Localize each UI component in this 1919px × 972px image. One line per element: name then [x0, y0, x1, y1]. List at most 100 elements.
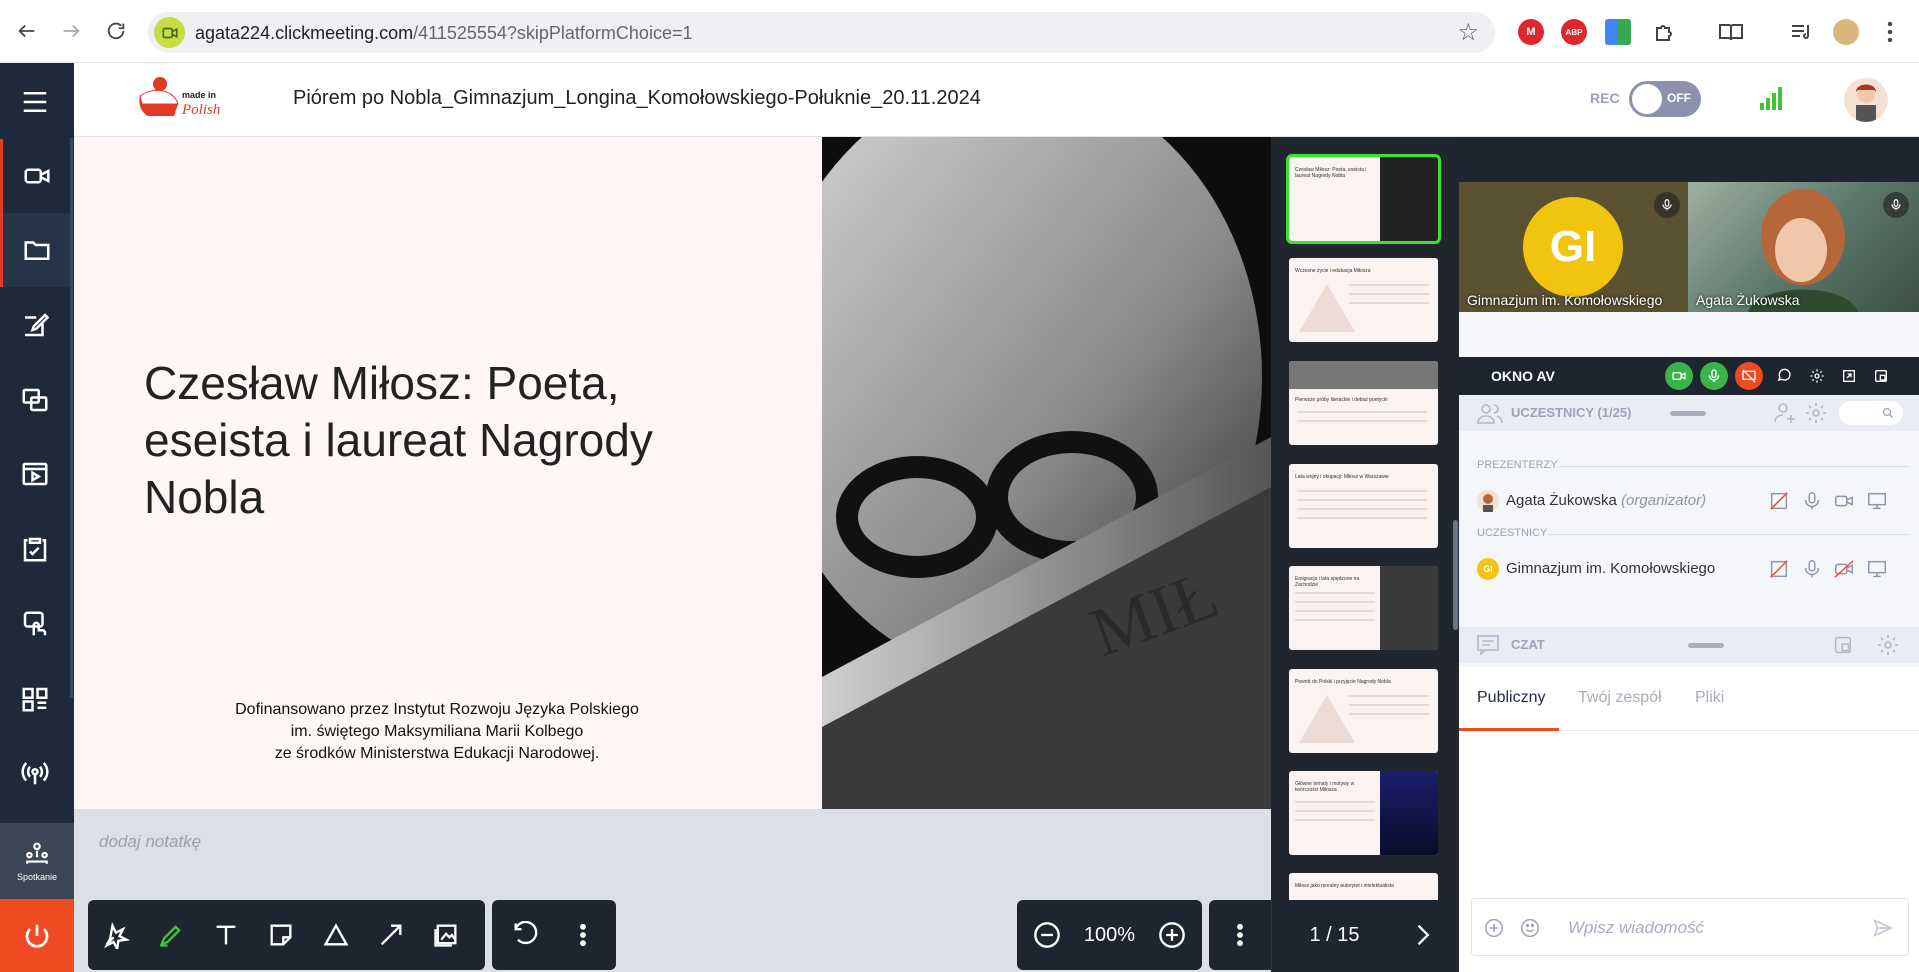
whiteboard-off-icon[interactable]: [1768, 490, 1790, 512]
profile-avatar-icon[interactable]: [1833, 19, 1859, 45]
chat-message-input[interactable]: Wpisz wiadomość: [1471, 898, 1909, 956]
more-menu-icon[interactable]: [1877, 19, 1903, 45]
sidebar-item-screenshare[interactable]: [0, 363, 70, 437]
next-slide-icon[interactable]: [1397, 900, 1447, 970]
user-avatar[interactable]: [1844, 78, 1888, 122]
microphone-icon[interactable]: [1654, 192, 1680, 218]
chat-settings-icon[interactable]: [1876, 633, 1900, 657]
meeting-title: Piórem po Nobla_Gimnazjum_Longina_Komoło…: [293, 87, 981, 109]
participant-screen-icon[interactable]: [1866, 490, 1888, 512]
microphone-toggle-icon[interactable]: [1700, 362, 1728, 390]
participants-search-input[interactable]: [1839, 401, 1903, 425]
send-icon[interactable]: [1872, 917, 1894, 939]
drag-handle[interactable]: [1670, 411, 1706, 416]
reload-icon[interactable]: [99, 14, 133, 48]
chat-header[interactable]: CZAT: [1459, 627, 1919, 663]
add-participant-icon[interactable]: [1773, 401, 1797, 425]
thumb-title: Główne tematy i motywy w twórczości Miło…: [1295, 781, 1355, 793]
popout-window-icon[interactable]: [1867, 362, 1895, 390]
media-control-icon[interactable]: [1788, 19, 1814, 45]
text-tool-icon[interactable]: [198, 900, 253, 970]
google-extension-icon[interactable]: [1605, 19, 1631, 45]
rec-toggle[interactable]: OFF: [1629, 81, 1701, 117]
sidebar-item-video-player[interactable]: [0, 437, 70, 511]
sidebar-item-broadcast[interactable]: [0, 736, 70, 810]
svg-text:Polish: Polish: [181, 102, 220, 118]
sidebar-item-camera[interactable]: [0, 139, 70, 213]
tab-files[interactable]: Pliki: [1695, 689, 1724, 707]
hamburger-menu-icon[interactable]: [0, 65, 70, 139]
thumb-title: Czesław Miłosz: Poeta, eseista i laureat…: [1295, 167, 1367, 179]
av-settings-gear-icon[interactable]: [1803, 362, 1831, 390]
participants-header[interactable]: UCZESTNICY (1/25): [1459, 395, 1919, 431]
drag-handle[interactable]: [1688, 643, 1724, 648]
sidebar-item-apps[interactable]: [0, 662, 70, 736]
tab-public[interactable]: Publiczny: [1477, 689, 1545, 707]
video-tile-agata[interactable]: Agata Żukowska: [1688, 182, 1919, 312]
slide-thumbnail-4[interactable]: Lata wojny i okupacji: Miłosz w Warszawi…: [1289, 464, 1438, 548]
more-options-icon[interactable]: [558, 900, 608, 970]
mail-extension-icon[interactable]: M: [1518, 19, 1544, 45]
slide-thumbnail-6[interactable]: Powrót do Polski i przyjęcie Nagrody Nob…: [1289, 669, 1438, 753]
forward-arrow-icon[interactable]: [54, 14, 88, 48]
participants-settings-icon[interactable]: [1804, 401, 1828, 425]
thumb-title: Wczesne życie i edukacja Miłosza: [1295, 268, 1371, 274]
participant-screen-icon[interactable]: [1866, 558, 1888, 580]
connection-signal-icon[interactable]: [1759, 85, 1785, 111]
sidebar-item-notes[interactable]: [0, 288, 70, 362]
emoji-icon[interactable]: [1520, 918, 1540, 938]
folder-icon: [24, 241, 49, 260]
participant-initials-avatar: GI: [1523, 197, 1623, 297]
add-note-input[interactable]: dodaj notatkę: [99, 832, 201, 852]
laser-pointer-icon[interactable]: [88, 900, 143, 970]
whiteboard-off-icon[interactable]: [1768, 558, 1790, 580]
chat-popout-icon[interactable]: [1832, 634, 1854, 656]
presenter-name: Agata Żukowska (organizator): [1506, 492, 1707, 509]
url-text[interactable]: agata224.clickmeeting.com/411525554?skip…: [195, 23, 692, 44]
page-menu-icon[interactable]: [1209, 900, 1271, 970]
slide-thumbnail-2[interactable]: Wczesne życie i edukacja Miłosza: [1289, 258, 1438, 342]
expand-icon[interactable]: [1835, 362, 1863, 390]
participant-row-attendee[interactable]: GI Gimnazjum im. Komołowskiego: [1477, 554, 1907, 584]
pen-tool-icon[interactable]: [143, 900, 198, 970]
camera-toggle-icon[interactable]: [1665, 362, 1693, 390]
sidebar-item-polls[interactable]: [0, 512, 70, 586]
sticky-note-icon[interactable]: [253, 900, 308, 970]
participant-row-presenter[interactable]: Agata Żukowska (organizator): [1477, 486, 1907, 516]
address-bar[interactable]: agata224.clickmeeting.com/411525554?skip…: [148, 12, 1495, 53]
thumbnails-scrollbar[interactable]: [1451, 137, 1459, 972]
leave-meeting-button[interactable]: [0, 899, 74, 972]
sidebar-item-files[interactable]: [0, 213, 70, 287]
attendee-name: Gimnazjum im. Komołowskiego: [1506, 560, 1716, 577]
video-tile-gimnazjum[interactable]: GI Gimnazjum im. Komołowskiego: [1459, 182, 1690, 312]
slide-thumbnail-1[interactable]: Czesław Miłosz: Poeta, eseista i laureat…: [1286, 154, 1441, 244]
scroll-thumb[interactable]: [1453, 520, 1458, 630]
add-attachment-icon[interactable]: [1484, 918, 1504, 938]
participant-mic-icon[interactable]: [1801, 490, 1823, 512]
shape-tool-icon[interactable]: [308, 900, 363, 970]
sidebar-item-meeting[interactable]: Spotkanie: [0, 823, 74, 899]
microphone-icon[interactable]: [1883, 192, 1909, 218]
current-slide[interactable]: Czesław Miłosz: Poeta, eseista i laureat…: [74, 137, 1271, 809]
slide-thumbnail-5[interactable]: Emigracja i lata spędzone na Zachodzie: [1289, 566, 1438, 650]
slide-thumbnail-7[interactable]: Główne tematy i motywy w twórczości Miło…: [1289, 771, 1438, 855]
sidebar-scrollbar[interactable]: [70, 138, 73, 698]
image-tool-icon[interactable]: [418, 900, 473, 970]
chat-bubble-icon[interactable]: [1770, 362, 1798, 390]
participant-camera-icon[interactable]: [1833, 490, 1855, 512]
adblock-plus-icon[interactable]: ABP: [1561, 19, 1587, 45]
zoom-out-icon[interactable]: [1027, 900, 1067, 970]
slide-thumbnail-3[interactable]: Pierwsze próby literackie i debiut poety…: [1289, 361, 1438, 445]
zoom-in-icon[interactable]: [1152, 900, 1192, 970]
puzzle-extensions-icon[interactable]: [1651, 19, 1677, 45]
reading-list-icon[interactable]: [1718, 19, 1744, 45]
arrow-tool-icon[interactable]: [363, 900, 418, 970]
tab-your-team[interactable]: Twój zespół: [1578, 689, 1662, 707]
undo-icon[interactable]: [492, 900, 558, 970]
participant-mic-icon[interactable]: [1801, 558, 1823, 580]
sidebar-item-whiteboard[interactable]: [0, 587, 70, 661]
back-arrow-icon[interactable]: [10, 14, 44, 48]
screen-share-off-icon[interactable]: [1735, 362, 1763, 390]
bookmark-star-icon[interactable]: ☆: [1457, 18, 1479, 47]
participant-camera-off-icon[interactable]: [1833, 558, 1855, 580]
